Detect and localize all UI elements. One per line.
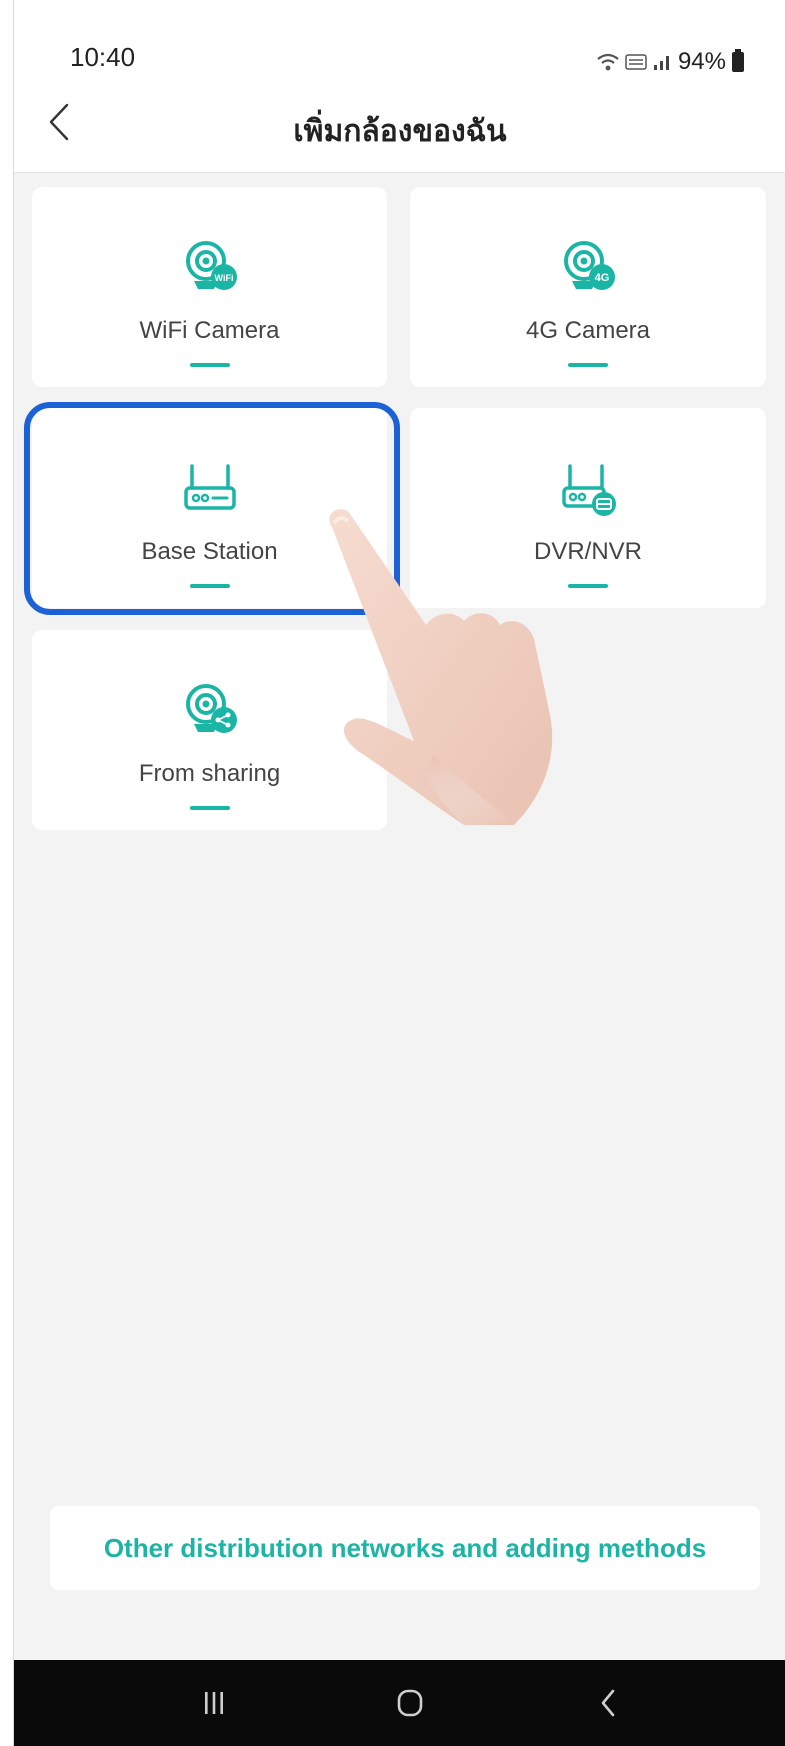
4g-badge: 4G [595, 272, 610, 284]
page-title: เพิ่มกล้องของฉัน [293, 115, 507, 148]
device-underline [568, 363, 608, 367]
device-underline [568, 584, 608, 588]
home-icon [397, 1689, 423, 1717]
device-label: Base Station [141, 538, 278, 565]
recent-apps-button[interactable] [184, 1680, 244, 1726]
device-underline [189, 363, 230, 367]
device-card-base-station[interactable]: Base Station [32, 408, 387, 608]
status-time: 10:40 [70, 42, 136, 72]
header: 10:40 94% เพิ่มกล้องของฉัน [14, 0, 785, 173]
cell-signal-icon [653, 56, 669, 70]
device-label: WiFi Camera [139, 317, 280, 344]
device-underline [189, 584, 230, 588]
wifi-camera-icon: WiFi [185, 241, 237, 290]
device-label: From sharing [138, 760, 281, 787]
device-card-wifi-camera[interactable]: WiFi WiFi Camera [32, 187, 387, 387]
nav-back-button[interactable] [578, 1680, 638, 1726]
device-underline [189, 806, 230, 810]
wifi-badge: WiFi [214, 273, 233, 283]
system-navbar [14, 1660, 785, 1746]
volte-icon [625, 54, 647, 70]
other-methods-label: Other distribution networks and adding m… [103, 1532, 707, 1563]
other-methods-button[interactable]: Other distribution networks and adding m… [50, 1506, 760, 1590]
status-bar-right: 94% [596, 48, 744, 76]
device-label: 4G Camera [525, 317, 651, 344]
battery-percentage: 94% [677, 48, 726, 75]
back-icon [601, 1689, 615, 1717]
phone-screen: 10:40 94% เพิ่มกล้องของฉัน WiFi WiFi Cam… [13, 0, 785, 1746]
device-label: DVR/NVR [533, 538, 642, 565]
dvr-nvr-icon [562, 464, 616, 516]
recent-apps-icon [205, 1692, 223, 1714]
device-card-from-sharing[interactable]: From sharing [32, 630, 387, 830]
device-card-4g-camera[interactable]: 4G 4G Camera [410, 187, 766, 387]
wifi-signal-icon [597, 53, 619, 71]
share-camera-icon [185, 684, 237, 733]
base-station-icon [183, 464, 236, 510]
4g-camera-icon: 4G [564, 241, 615, 290]
home-button[interactable] [380, 1680, 440, 1726]
status-icons [596, 52, 672, 72]
device-card-dvr-nvr[interactable]: DVR/NVR [410, 408, 766, 608]
battery-icon [732, 49, 744, 72]
